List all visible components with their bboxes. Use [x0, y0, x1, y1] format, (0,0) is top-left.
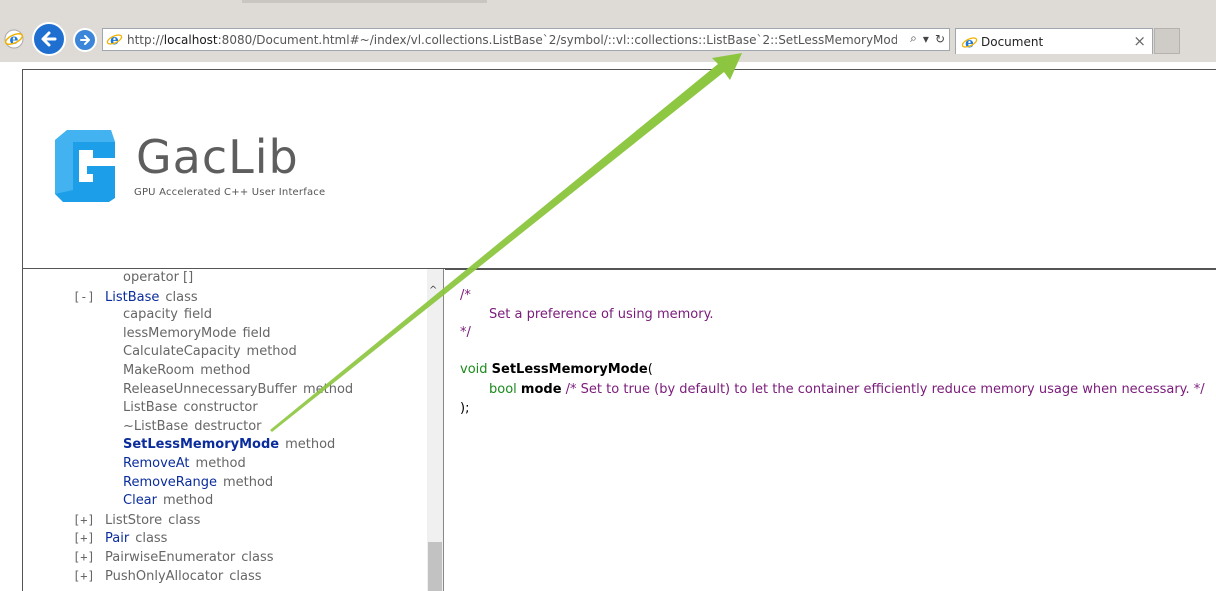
tree-item-name: PushOnlyAllocator [105, 568, 224, 584]
tree-item[interactable]: operator [] [123, 269, 193, 287]
param-comment: /* Set to true (by default) to let the c… [565, 382, 1205, 397]
url-text[interactable]: http://localhost:8080/Document.html#~/in… [127, 32, 897, 48]
close-icon[interactable]: × [1133, 32, 1146, 50]
tree-item-kind: destructor [194, 418, 262, 434]
tree-item-name: ListBase [123, 400, 178, 416]
arrow-right-icon [80, 35, 90, 45]
tree-item-kind: class [241, 550, 274, 565]
tree-item[interactable]: RemoveAt method [123, 455, 246, 473]
chevron-down-icon[interactable]: ▾ [923, 32, 929, 46]
comment-close: */ [460, 325, 471, 340]
tree-item-kind: method [195, 456, 246, 471]
tree-item-name[interactable]: Clear [123, 493, 157, 508]
tree-item-kind: field [242, 325, 271, 341]
tree-item-kind: method [163, 493, 214, 509]
tree-item-kind: method [302, 381, 354, 397]
tree-item-name[interactable]: RemoveAt [123, 456, 190, 471]
tree-item-name: PairwiseEnumerator [105, 550, 236, 565]
tab-title: Document [981, 35, 1044, 49]
tree-item[interactable]: [+] ListStore class [73, 511, 200, 529]
function-name: SetLessMemoryMode [491, 362, 648, 377]
param-type: bool [489, 382, 517, 397]
tree-item[interactable]: CalculateCapacity method [123, 343, 297, 361]
chevron-up-icon[interactable]: ^ [429, 285, 437, 296]
expand-toggle[interactable]: [+] [73, 511, 105, 529]
tree-item[interactable]: ~ListBase destructor [123, 418, 262, 436]
expand-toggle[interactable]: [+] [73, 529, 105, 547]
logo-subtitle: GPU Accelerated C++ User Interface [134, 187, 326, 198]
tree-item-kind: field [183, 307, 212, 323]
address-tools: ⌕ ▾ ↻ [910, 31, 945, 46]
tree-item[interactable]: capacity field [123, 306, 212, 324]
tree-item[interactable]: RemoveRange method [123, 474, 273, 492]
new-tab-button[interactable] [1154, 28, 1180, 54]
tree-item[interactable]: ReleaseUnnecessaryBuffer method [123, 381, 353, 399]
tree-item-name: lessMemoryMode [123, 325, 237, 341]
tree-item-kind: class [168, 512, 201, 528]
tree-item-name: ListStore [105, 512, 163, 528]
page-header: GacLib GPU Accelerated C++ User Interfac… [22, 69, 1216, 269]
expand-toggle[interactable]: [+] [73, 548, 105, 566]
tree-item[interactable]: [+] PushOnlyAllocator class [73, 567, 262, 585]
param-name: mode [520, 382, 562, 397]
gaclib-logo-icon [55, 130, 115, 202]
tree-item[interactable]: MakeRoom method [123, 362, 250, 380]
tree-scrollbar[interactable]: ^ [427, 269, 444, 591]
tree-item[interactable]: SetLessMemoryMode method [123, 436, 335, 454]
tree-item-kind: constructor [183, 400, 258, 416]
expand-toggle[interactable]: [+] [73, 567, 105, 585]
tree-item[interactable]: [-] ListBase class [73, 288, 198, 306]
tree-item-name[interactable]: ListBase [105, 290, 159, 305]
address-bar[interactable]: e http://localhost:8080/Document.html#~/… [102, 28, 950, 51]
search-icon[interactable]: ⌕ [910, 31, 917, 46]
ie-browser-icon: e [4, 29, 24, 49]
collapse-toggle[interactable]: [-] [73, 288, 105, 306]
ie-tab-icon: e [961, 36, 978, 51]
tree-item-name[interactable]: RemoveRange [123, 475, 217, 490]
scrollbar-thumb[interactable] [428, 542, 442, 591]
tree-item-name[interactable]: SetLessMemoryMode [123, 437, 279, 452]
parameter-line: bool mode /* Set to true (by default) to… [489, 381, 1205, 399]
comment-open: /* [460, 288, 471, 303]
symbol-tree: operator [] [-] ListBase class capacity field… [22, 269, 428, 591]
tree-item-name: CalculateCapacity [123, 344, 241, 360]
tree-item-kind: class [229, 568, 262, 584]
arrow-left-icon [41, 31, 57, 47]
doc-summary: Set a preference of using memory. [489, 307, 714, 322]
tree-item[interactable]: lessMemoryMode field [123, 325, 271, 343]
tree-item-name: ReleaseUnnecessaryBuffer [123, 381, 297, 397]
tree-item-kind: class [165, 289, 198, 305]
tree-item-name: MakeRoom [123, 363, 195, 378]
signature-line: void SetLessMemoryMode( [460, 361, 653, 379]
tree-item-kind: class [135, 531, 168, 547]
back-button[interactable] [32, 22, 66, 56]
forward-button[interactable] [73, 28, 97, 52]
tree-item-name: operator [] [123, 270, 194, 285]
tree-item-name[interactable]: Pair [105, 531, 129, 546]
ie-page-icon: e [106, 33, 123, 48]
refresh-icon[interactable]: ↻ [935, 32, 945, 46]
tree-item-kind: method [246, 344, 297, 360]
browser-toolbar: e e http://localhost:8080/Document.html#… [0, 0, 1216, 62]
logo-name: GacLib [136, 130, 299, 184]
tree-item-kind: method [285, 437, 336, 453]
title-strip [242, 0, 487, 3]
browser-tab[interactable]: e Document × [955, 28, 1153, 54]
tree-item[interactable]: Clear method [123, 492, 213, 510]
tree-item[interactable]: ListBase constructor [123, 399, 258, 417]
tree-item-kind: method [222, 474, 274, 490]
tree-item[interactable]: [+] Pair class [73, 529, 167, 547]
return-type: void [460, 362, 488, 377]
doc-content: /* Set a preference of using memory. */ … [445, 269, 1216, 591]
tree-item-name: capacity [123, 307, 178, 323]
signature-close: ); [460, 401, 470, 416]
tree-item[interactable]: [+] PairwiseEnumerator class [73, 548, 274, 566]
tree-item-name: ~ListBase [123, 418, 189, 434]
open-paren: ( [647, 362, 653, 377]
tree-item-kind: method [200, 363, 251, 378]
